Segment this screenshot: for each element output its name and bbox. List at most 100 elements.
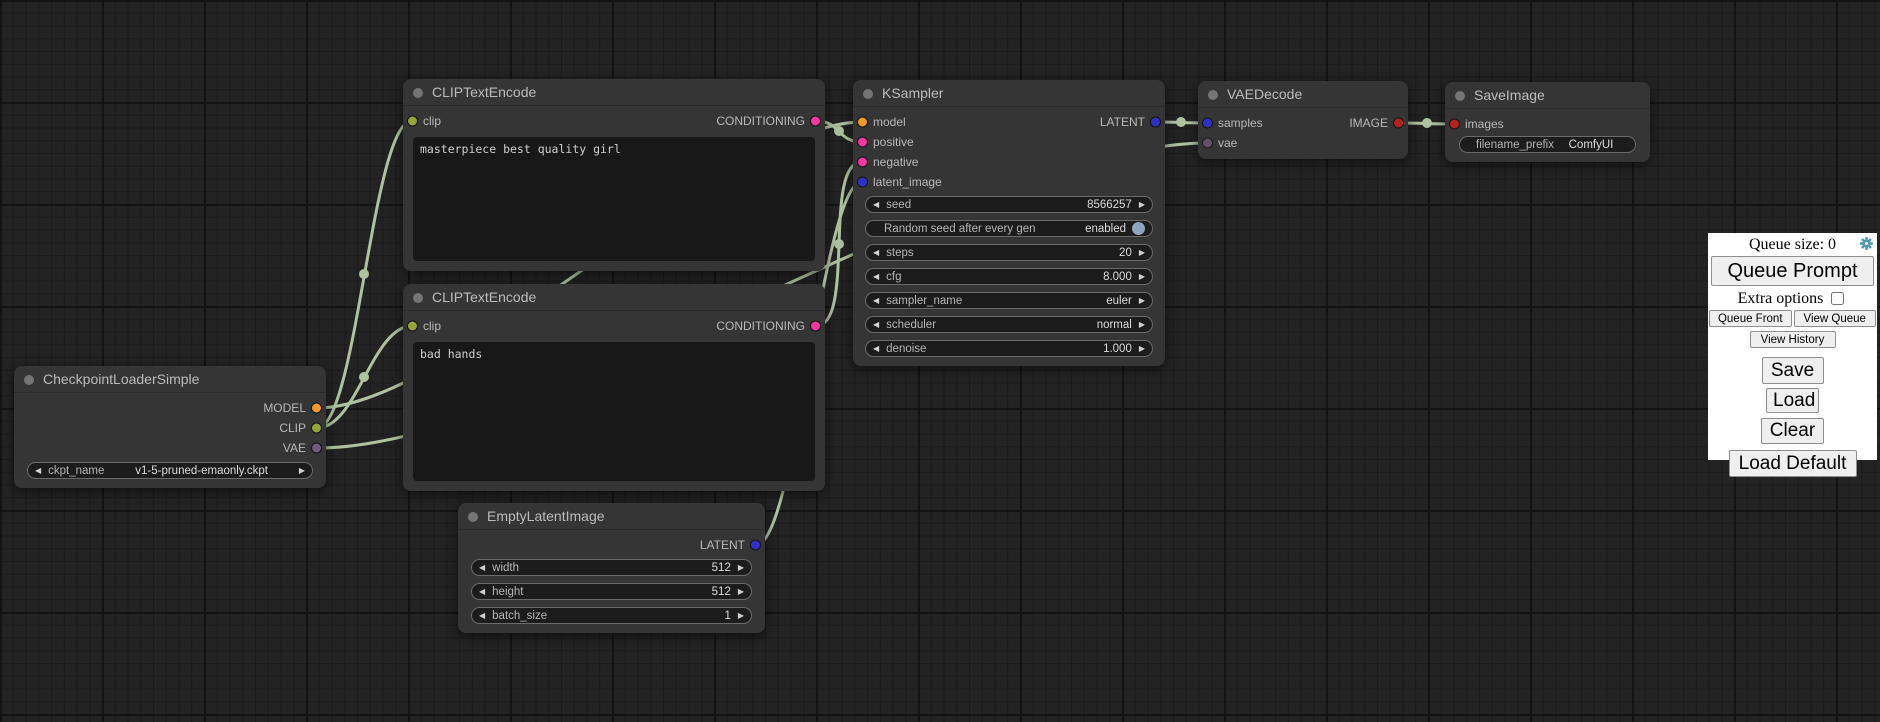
widget-value[interactable]: 20 — [1119, 247, 1132, 259]
extra-options-checkbox[interactable] — [1831, 292, 1844, 305]
decrement-arrow-icon[interactable]: ◀ — [873, 272, 879, 281]
model-output-port[interactable] — [312, 404, 321, 413]
decrement-arrow-icon[interactable]: ◀ — [479, 587, 485, 596]
slot-label: model — [873, 115, 906, 129]
ckpt-name-widget[interactable]: ◀ ckpt_name v1-5-pruned-emaonly.ckpt ▶ — [27, 462, 313, 479]
increment-arrow-icon[interactable]: ▶ — [1139, 272, 1145, 281]
widget-value[interactable]: euler — [1106, 295, 1132, 307]
collapse-dot-icon[interactable] — [413, 293, 423, 303]
vae-input-port[interactable] — [1203, 139, 1212, 148]
decrement-arrow-icon[interactable]: ◀ — [479, 611, 485, 620]
clip-output-port[interactable] — [312, 424, 321, 433]
random-seed-toggle-widget[interactable]: Random seed after every gen enabled — [865, 220, 1153, 237]
decrement-arrow-icon[interactable]: ◀ — [873, 248, 879, 257]
increment-arrow-icon[interactable]: ▶ — [1139, 296, 1145, 305]
increment-arrow-icon[interactable]: ▶ — [1139, 320, 1145, 329]
node-clip-text-encode-negative[interactable]: CLIPTextEncode clip CONDITIONING bad han… — [403, 284, 825, 491]
view-queue-button[interactable]: View Queue — [1794, 310, 1877, 327]
model-input-port[interactable] — [858, 118, 867, 127]
negative-prompt-textarea[interactable]: bad hands — [413, 342, 815, 481]
node-empty-latent-image[interactable]: EmptyLatentImage LATENT ◀ width 512 ▶ ◀ … — [458, 503, 765, 633]
negative-input-port[interactable] — [858, 158, 867, 167]
collapse-dot-icon[interactable] — [863, 89, 873, 99]
node-title-bar[interactable]: CheckpointLoaderSimple — [14, 366, 326, 393]
queue-prompt-button[interactable]: Queue Prompt — [1711, 256, 1874, 286]
node-save-image[interactable]: SaveImage images filename_prefix ComfyUI — [1445, 82, 1650, 162]
toggle-enabled-icon[interactable] — [1132, 222, 1145, 235]
collapse-dot-icon[interactable] — [468, 512, 478, 522]
widget-value[interactable]: 512 — [712, 562, 731, 574]
node-title-bar[interactable]: CLIPTextEncode — [403, 79, 825, 106]
collapse-dot-icon[interactable] — [1455, 91, 1465, 101]
clip-input-port[interactable] — [408, 117, 417, 126]
sampler-name-widget[interactable]: ◀ sampler_name euler ▶ — [865, 292, 1153, 309]
gear-icon[interactable] — [1859, 236, 1874, 251]
latent-output-port[interactable] — [751, 541, 760, 550]
samples-input-port[interactable] — [1203, 119, 1212, 128]
increment-arrow-icon[interactable]: ▶ — [1139, 344, 1145, 353]
increment-arrow-icon[interactable]: ▶ — [1139, 248, 1145, 257]
filename-prefix-widget[interactable]: filename_prefix ComfyUI — [1459, 136, 1636, 153]
decrement-arrow-icon[interactable]: ◀ — [35, 466, 41, 475]
scheduler-widget[interactable]: ◀ scheduler normal ▶ — [865, 316, 1153, 333]
decrement-arrow-icon[interactable]: ◀ — [479, 563, 485, 572]
decrement-arrow-icon[interactable]: ◀ — [873, 296, 879, 305]
widget-label: steps — [886, 247, 914, 259]
increment-arrow-icon[interactable]: ▶ — [738, 611, 744, 620]
node-title-bar[interactable]: VAEDecode — [1198, 81, 1408, 108]
increment-arrow-icon[interactable]: ▶ — [299, 466, 305, 475]
increment-arrow-icon[interactable]: ▶ — [738, 587, 744, 596]
collapse-dot-icon[interactable] — [413, 88, 423, 98]
node-checkpoint-loader[interactable]: CheckpointLoaderSimple MODEL CLIP VAE ◀ … — [14, 366, 326, 488]
image-output-port[interactable] — [1394, 119, 1403, 128]
widget-value[interactable]: 8566257 — [1087, 199, 1132, 211]
view-history-button[interactable]: View History — [1750, 331, 1836, 348]
decrement-arrow-icon[interactable]: ◀ — [873, 200, 879, 209]
batch-size-widget[interactable]: ◀ batch_size 1 ▶ — [471, 607, 752, 624]
node-title-bar[interactable]: EmptyLatentImage — [458, 503, 765, 530]
widget-value[interactable]: 512 — [712, 586, 731, 598]
node-graph-canvas[interactable]: CheckpointLoaderSimple MODEL CLIP VAE ◀ … — [0, 0, 1880, 722]
decrement-arrow-icon[interactable]: ◀ — [873, 344, 879, 353]
clip-input-port[interactable] — [408, 322, 417, 331]
node-clip-text-encode-positive[interactable]: CLIPTextEncode clip CONDITIONING masterp… — [403, 79, 825, 271]
latent-output-port[interactable] — [1151, 118, 1160, 127]
node-vae-decode[interactable]: VAEDecode samples IMAGE vae — [1198, 81, 1408, 159]
node-ksampler[interactable]: KSampler model LATENT positive negative … — [853, 80, 1165, 366]
denoise-widget[interactable]: ◀ denoise 1.000 ▶ — [865, 340, 1153, 357]
steps-widget[interactable]: ◀ steps 20 ▶ — [865, 244, 1153, 261]
vae-output-port[interactable] — [312, 444, 321, 453]
clear-button[interactable]: Clear — [1761, 418, 1824, 444]
increment-arrow-icon[interactable]: ▶ — [1139, 200, 1145, 209]
collapse-dot-icon[interactable] — [1208, 90, 1218, 100]
widget-value[interactable]: ComfyUI — [1569, 139, 1614, 151]
load-button[interactable]: Load — [1766, 388, 1819, 413]
save-button[interactable]: Save — [1762, 357, 1824, 384]
widget-value[interactable]: v1-5-pruned-emaonly.ckpt — [135, 465, 268, 477]
conditioning-output-port[interactable] — [811, 117, 820, 126]
conditioning-output-port[interactable] — [811, 322, 820, 331]
node-title-bar[interactable]: CLIPTextEncode — [403, 284, 825, 311]
positive-input-port[interactable] — [858, 138, 867, 147]
height-widget[interactable]: ◀ height 512 ▶ — [471, 583, 752, 600]
widget-value[interactable]: 8.000 — [1103, 271, 1132, 283]
widget-value[interactable]: 1.000 — [1103, 343, 1132, 355]
latent-image-input-port[interactable] — [858, 178, 867, 187]
link-midpoint-dot — [359, 372, 369, 382]
collapse-dot-icon[interactable] — [24, 375, 34, 385]
node-title-bar[interactable]: KSampler — [853, 80, 1165, 107]
load-default-button[interactable]: Load Default — [1729, 450, 1857, 477]
decrement-arrow-icon[interactable]: ◀ — [873, 320, 879, 329]
node-title-bar[interactable]: SaveImage — [1445, 82, 1650, 109]
seed-widget[interactable]: ◀ seed 8566257 ▶ — [865, 196, 1153, 213]
slot-row: clip CONDITIONING — [403, 111, 825, 131]
width-widget[interactable]: ◀ width 512 ▶ — [471, 559, 752, 576]
queue-front-button[interactable]: Queue Front — [1709, 310, 1792, 327]
widget-value[interactable]: 1 — [724, 610, 730, 622]
increment-arrow-icon[interactable]: ▶ — [738, 563, 744, 572]
images-input-port[interactable] — [1450, 120, 1459, 129]
positive-prompt-textarea[interactable]: masterpiece best quality girl — [413, 137, 815, 261]
slot-label: samples — [1218, 116, 1263, 130]
cfg-widget[interactable]: ◀ cfg 8.000 ▶ — [865, 268, 1153, 285]
widget-value[interactable]: normal — [1097, 319, 1132, 331]
